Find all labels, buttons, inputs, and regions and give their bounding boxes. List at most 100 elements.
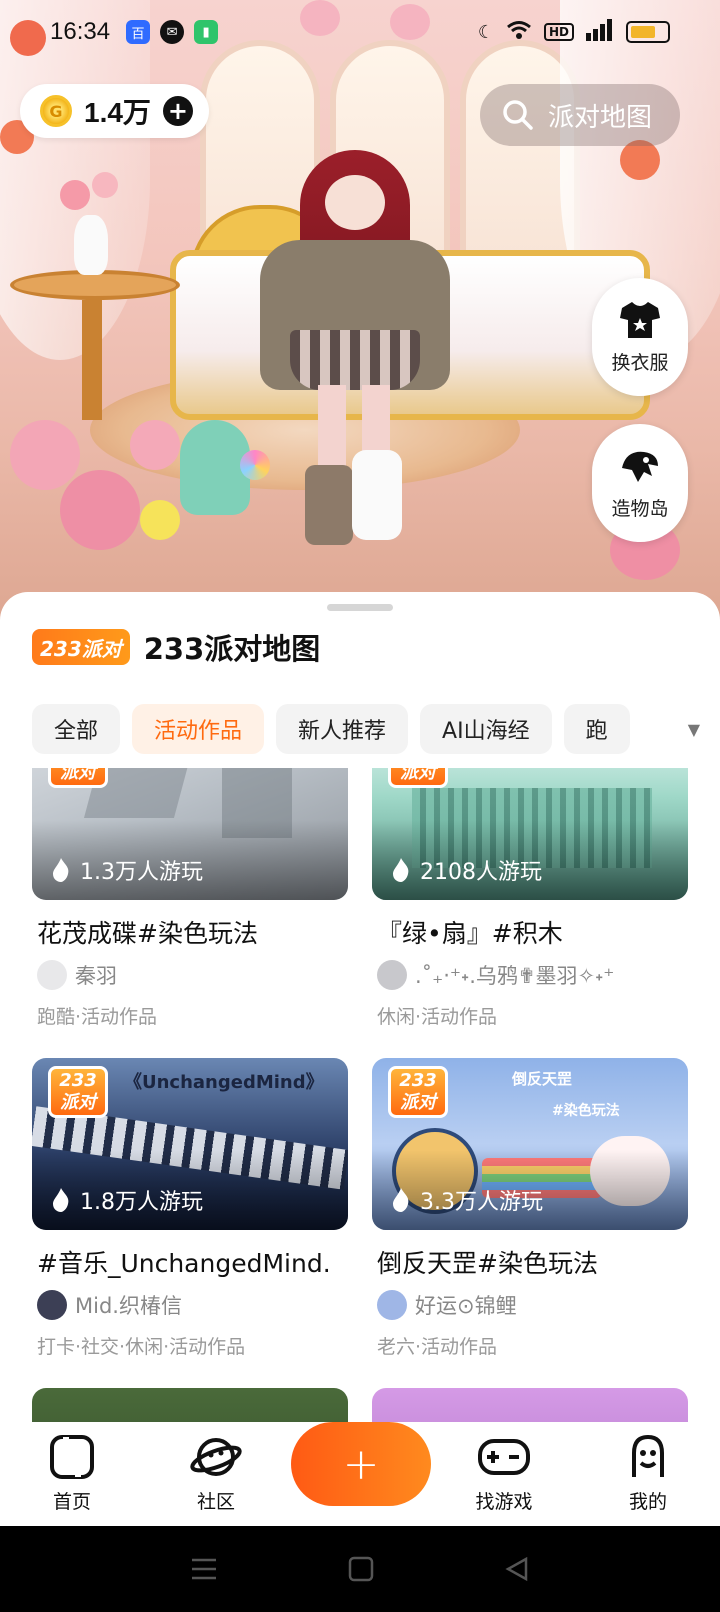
add-coins-button[interactable]: + (162, 96, 193, 126)
card-thumbnail: 倒反天罡 #染色玩法 233 派对 3.3万人游玩 (372, 1058, 688, 1230)
home-icon (50, 1435, 94, 1479)
works-grid: 233派对 1.3万人游玩 花茂成碟#染色玩法 秦羽 跑酷·活动作品 233派对 (0, 768, 720, 1422)
hd-icon: HD (543, 23, 574, 41)
status-time: 16:34 (50, 18, 111, 45)
home-square-icon[interactable] (348, 1556, 374, 1582)
tab-activity-works[interactable]: 活动作品 (132, 704, 265, 754)
card-author[interactable]: 秦羽 (32, 960, 348, 990)
card-thumbnail: 233派对 1.3万人游玩 (32, 768, 348, 900)
work-card[interactable]: 233派对 1.3万人游玩 花茂成碟#染色玩法 秦羽 跑酷·活动作品 (32, 768, 348, 1029)
card-title: 花茂成碟#染色玩法 (37, 919, 258, 948)
profile-icon (632, 1434, 664, 1477)
flower (620, 140, 660, 180)
change-outfit-label: 换衣服 (611, 351, 669, 374)
play-count: 1.8万人游玩 (52, 1184, 203, 1216)
moon-icon: ☾ (477, 21, 494, 43)
author-name: .˚₊‧⁺˖.乌鸦✟墨羽✧˖⁺ (415, 964, 615, 988)
battery-icon (626, 21, 670, 43)
flower (60, 470, 140, 550)
system-navigation-bar (0, 1526, 720, 1612)
card-tags: 打卡·社交·休闲·活动作品 (37, 1336, 246, 1358)
signal-icon (586, 18, 614, 46)
tab-ai-shanhaijing[interactable]: AI山海经 (420, 704, 552, 754)
nav-community-label: 社区 (196, 1491, 235, 1513)
system-status-icons: ☾ HD (477, 18, 670, 46)
battery-saver-icon: ▮ (194, 20, 219, 44)
wifi-icon (506, 20, 532, 45)
card-tags: 跑酷·活动作品 (37, 1006, 158, 1028)
flower-vase (74, 215, 108, 275)
baidu-app-icon: 百 (126, 20, 151, 44)
flame-icon (53, 1188, 69, 1212)
card-author[interactable]: .˚₊‧⁺˖.乌鸦✟墨羽✧˖⁺ (372, 960, 688, 990)
card-tags: 老六·活动作品 (377, 1336, 498, 1358)
flower (130, 420, 180, 470)
coin-balance-pill[interactable]: G 1.4万 + (20, 84, 209, 138)
card-thumbnail: 《UnchangedMind》 233 派对 1.8万人游玩 (32, 1058, 348, 1230)
lollipop (240, 450, 270, 480)
tab-all[interactable]: 全部 (32, 704, 121, 754)
thumbnail-title-text: 《UnchangedMind》 (124, 1072, 324, 1093)
tab-parkour[interactable]: 跑 (563, 704, 630, 754)
sheet-drag-handle[interactable] (327, 604, 393, 611)
thumbnail-subtitle-text: #染色玩法 (552, 1103, 620, 1119)
nav-profile[interactable]: 我的 (588, 1433, 708, 1514)
work-card[interactable] (32, 1388, 348, 1422)
back-icon[interactable] (504, 1556, 530, 1582)
work-card[interactable] (372, 1388, 688, 1422)
creation-island-button[interactable]: 造物岛 (592, 424, 688, 542)
work-card[interactable]: 《UnchangedMind》 233 派对 1.8万人游玩 #音乐_Unchan… (32, 1058, 348, 1359)
creation-island-label: 造物岛 (611, 497, 669, 520)
author-name: 好运⊙锦鲤 (415, 1294, 517, 1318)
play-count: 1.3万人游玩 (52, 854, 203, 886)
nav-find-games[interactable]: 找游戏 (444, 1433, 564, 1514)
coin-amount: 1.4万 (84, 97, 151, 128)
island-icon (622, 451, 658, 482)
card-thumbnail (32, 1388, 348, 1422)
work-card[interactable]: 倒反天罡 #染色玩法 233 派对 3.3万人游玩 倒反天罡#染色玩法 好运⊙锦鲤… (372, 1058, 688, 1359)
badge-233-party: 233派对 (388, 768, 448, 788)
card-title: 倒反天罡#染色玩法 (377, 1249, 598, 1278)
sheet-header: 233派对 233派对地图 (32, 626, 320, 668)
tab-newcomer[interactable]: 新人推荐 (276, 704, 409, 754)
card-author[interactable]: 好运⊙锦鲤 (372, 1290, 688, 1320)
badge-233-party: 233派对 (48, 1066, 108, 1118)
character-boot (352, 450, 402, 540)
avatar (377, 1290, 407, 1320)
nav-home[interactable]: 首页 (12, 1433, 132, 1514)
nav-home-label: 首页 (52, 1491, 91, 1513)
brand-badge: 233派对 (32, 629, 130, 665)
search-button[interactable]: 派对地图 (480, 84, 680, 146)
nav-find-games-label: 找游戏 (475, 1491, 533, 1513)
notification-icons: 百 ✉ ▮ (126, 20, 219, 44)
flower (140, 500, 180, 540)
category-tabs: 全部 活动作品 新人推荐 AI山海经 跑 (32, 704, 720, 754)
nav-community[interactable]: 社区 (156, 1433, 276, 1514)
status-bar: 16:34 百 ✉ ▮ ☾ HD (0, 0, 720, 64)
menu-icon[interactable] (190, 1557, 218, 1581)
coin-icon: G (40, 95, 72, 127)
gamepad-icon (478, 1439, 530, 1475)
play-count: 2108人游玩 (392, 854, 542, 886)
tshirt-icon (620, 301, 660, 338)
flower (10, 420, 80, 490)
card-title: 『绿•扇』#积木 (377, 919, 563, 948)
character-boot (305, 465, 353, 545)
flower (60, 180, 90, 210)
flame-icon (393, 858, 409, 882)
card-thumbnail (372, 1388, 688, 1422)
chevron-down-icon: ▼ (687, 719, 700, 739)
flower (92, 172, 118, 198)
thumbnail-title-text: 倒反天罡 (512, 1070, 573, 1088)
change-outfit-button[interactable]: 换衣服 (592, 278, 688, 396)
card-title: #音乐_UnchangedMind. (37, 1249, 331, 1278)
card-thumbnail: 233派对 2108人游玩 (372, 768, 688, 900)
work-card[interactable]: 233派对 2108人游玩 『绿•扇』#积木 .˚₊‧⁺˖.乌鸦✟墨羽✧˖⁺ 休… (372, 768, 688, 1029)
create-button[interactable]: + (291, 1422, 431, 1506)
avatar (377, 960, 407, 990)
tabs-expand-button[interactable]: ▼ (640, 700, 720, 758)
badge-233-party: 233派对 (48, 768, 108, 788)
avatar (37, 1290, 67, 1320)
card-author[interactable]: Mid.织椿信 (32, 1290, 348, 1320)
badge-233-party: 233派对 (388, 1066, 448, 1118)
